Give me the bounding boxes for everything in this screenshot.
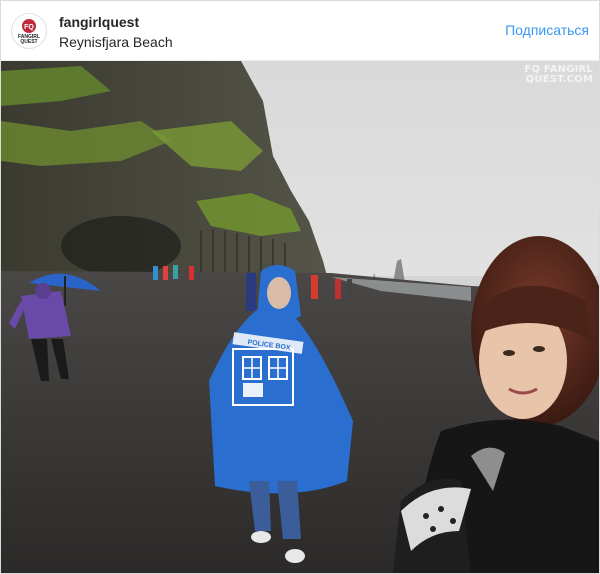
username-link[interactable]: fangirlquest — [59, 14, 139, 30]
instagram-post: FQ FANGIRL QUEST fangirlquest Reynisfjar… — [0, 0, 600, 574]
post-photo[interactable]: POLICE BOX FQ FANGIRL QUEST.COM — [1, 61, 599, 573]
logo-quest-text: QUEST — [20, 39, 37, 45]
avatar[interactable]: FQ FANGIRL QUEST — [11, 13, 47, 49]
logo-fq-text: FQ — [24, 24, 34, 31]
watermark-line-2: QUEST.COM — [525, 74, 593, 85]
location-link[interactable]: Reynisfjara Beach — [59, 34, 173, 50]
fangirlquest-logo-icon: FQ FANGIRL QUEST — [13, 15, 45, 47]
post-header: FQ FANGIRL QUEST fangirlquest Reynisfjar… — [1, 1, 599, 61]
watermark: FQ FANGIRL QUEST.COM — [524, 65, 593, 85]
follow-button[interactable]: Подписаться — [505, 22, 589, 38]
beach-photo-image: POLICE BOX — [1, 61, 599, 573]
